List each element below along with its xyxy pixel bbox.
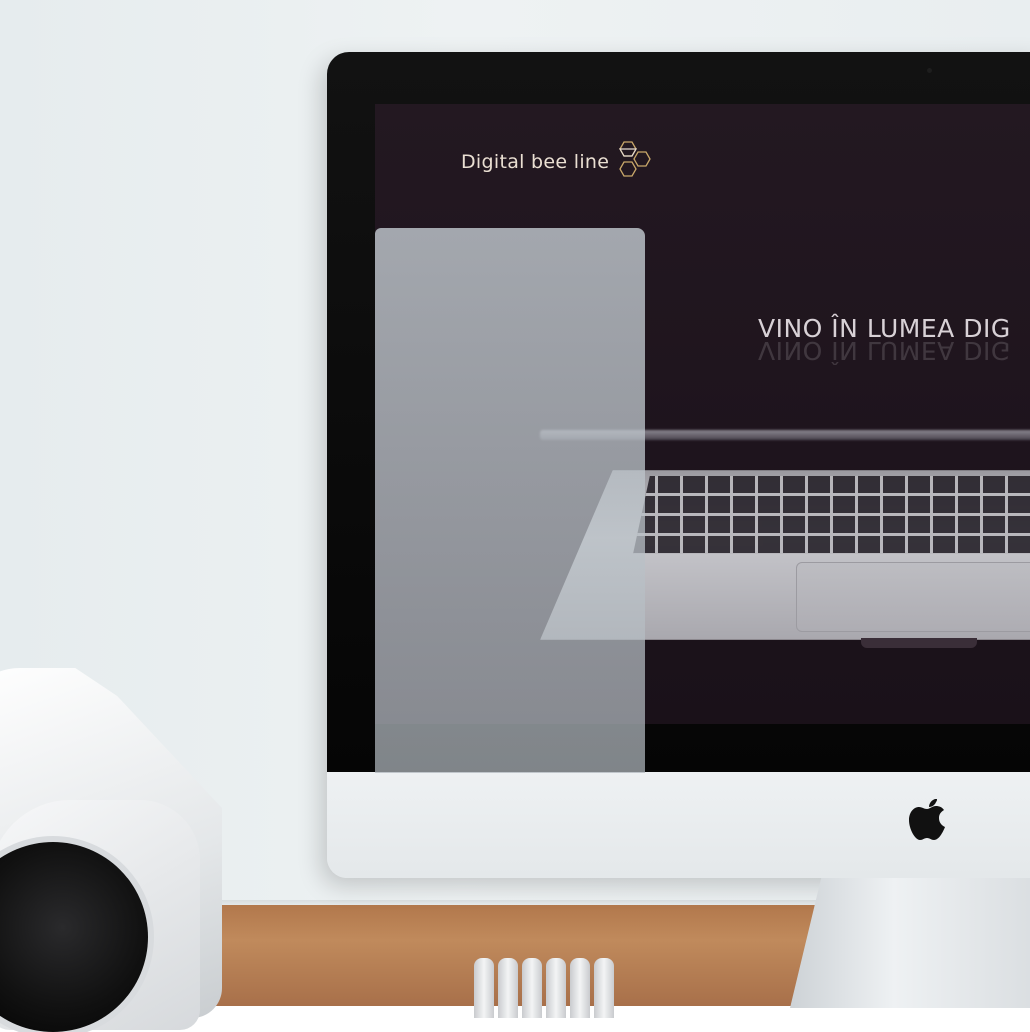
- adapter-prong: [474, 958, 494, 1018]
- adapter-prong: [570, 958, 590, 1018]
- keyboard-rows: [633, 476, 1030, 554]
- hero-headline-reflection: VINO ÎN LUMEA DIG: [758, 336, 1011, 365]
- apple-logo-icon: [909, 799, 945, 840]
- laptop-trackpad: [796, 562, 1030, 632]
- site-logo[interactable]: Digital bee line: [461, 140, 658, 184]
- hexagon-cluster-icon: [619, 141, 651, 177]
- adapter-prong: [546, 958, 566, 1018]
- monitor-stand: [790, 878, 1030, 1008]
- adapter-prong: [522, 958, 542, 1018]
- webcam-icon: [927, 68, 932, 73]
- adapter-prong: [498, 958, 518, 1018]
- laptop-notch: [861, 638, 977, 648]
- power-adapter: [470, 958, 616, 1018]
- adapter-prong: [594, 958, 614, 1018]
- logo-text: Digital bee line: [461, 151, 610, 173]
- screen-glare: [375, 228, 645, 773]
